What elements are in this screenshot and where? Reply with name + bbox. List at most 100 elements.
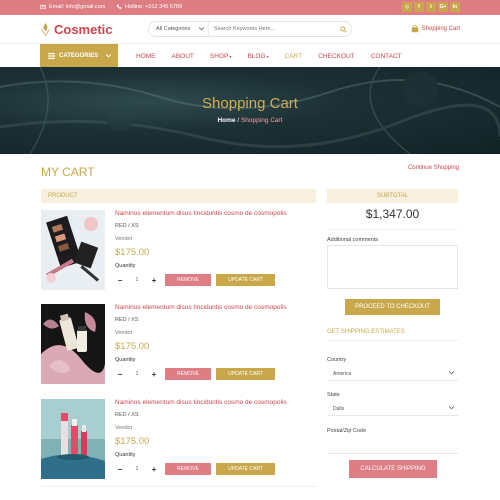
- nav-cart[interactable]: CART: [285, 53, 303, 60]
- shopping-cart-link[interactable]: Shopping Cart: [411, 25, 460, 33]
- product-vendor: Vendor: [115, 330, 133, 336]
- decrease-quantity-button[interactable]: −: [115, 276, 125, 285]
- nav-blog-label: BLOG: [247, 52, 266, 60]
- chevron-down-icon: [106, 54, 112, 58]
- search-button[interactable]: [335, 22, 351, 36]
- breadcrumb: Home / Shopping Cart: [0, 117, 500, 124]
- country-select[interactable]: America: [327, 367, 458, 381]
- search-category-value: All Categories: [156, 26, 191, 32]
- search-bar: All Categories: [148, 21, 352, 37]
- zip-input[interactable]: [327, 440, 458, 454]
- zip-label: Postal/Zip Code: [327, 428, 367, 434]
- nav-shop[interactable]: SHOP ▾: [210, 53, 232, 60]
- product-name-link[interactable]: Naminos elementum disus tinciduntis cosm…: [115, 210, 287, 217]
- cart-item: Naminos elementum disus tinciduntis cosm…: [41, 399, 316, 479]
- nav-checkout[interactable]: CHECKOUT: [318, 53, 354, 60]
- logo-text: Cosmetic: [54, 22, 113, 37]
- update-cart-button[interactable]: UPDATE CART: [216, 368, 275, 380]
- comments-label: Additional comments: [327, 237, 379, 243]
- cart-item: Naminos elementum disus tinciduntis cosm…: [41, 210, 316, 290]
- product-price: $175.00: [115, 341, 150, 352]
- menu-icon: [48, 53, 55, 59]
- product-variant: RED / XS: [115, 412, 139, 418]
- update-cart-button[interactable]: UPDATE CART: [216, 463, 275, 475]
- divider: [327, 340, 458, 341]
- google-plus-icon[interactable]: G+: [438, 2, 448, 12]
- nav-blog[interactable]: BLOG ▾: [247, 53, 268, 60]
- search-category-select[interactable]: All Categories: [149, 22, 209, 36]
- top-bar: Email: info@gmail.com Hotline: +012 345 …: [0, 0, 500, 15]
- product-image-skincare: [41, 304, 105, 384]
- email-text: Email: info@gmail.com: [49, 4, 106, 10]
- remove-button[interactable]: REMOVE: [165, 368, 211, 380]
- state-select[interactable]: Dalls: [327, 402, 458, 416]
- phone-icon: [116, 4, 122, 9]
- product-name-link[interactable]: Naminos elementum disus tinciduntis cosm…: [115, 304, 287, 311]
- menu: HOME ABOUT SHOP ▾ BLOG ▾ CART CHECKOUT C…: [136, 44, 418, 68]
- increase-quantity-button[interactable]: +: [149, 465, 159, 474]
- product-price: $175.00: [115, 247, 150, 258]
- hotline-text: Hotline: +012 345 6789: [125, 4, 183, 10]
- page-title: Shopping Cart: [202, 95, 298, 112]
- quantity-stepper: − 1 +: [115, 368, 159, 380]
- state-label: State: [327, 392, 340, 398]
- comments-textarea[interactable]: [327, 245, 458, 289]
- quantity-value[interactable]: 1: [136, 466, 139, 472]
- remove-button[interactable]: REMOVE: [165, 274, 211, 286]
- cart-item: Naminos elementum disus tinciduntis cosm…: [41, 304, 316, 384]
- twitter-icon[interactable]: t: [426, 2, 436, 12]
- facebook-icon[interactable]: f: [414, 2, 424, 12]
- increase-quantity-button[interactable]: +: [149, 276, 159, 285]
- country-value: America: [333, 370, 352, 377]
- product-vendor: Vendor: [115, 425, 133, 431]
- quantity-value[interactable]: 1: [136, 277, 139, 283]
- product-variant: RED / XS: [115, 223, 139, 229]
- quantity-label: Quantity: [115, 452, 136, 458]
- breadcrumb-home[interactable]: Home: [217, 117, 235, 124]
- product-image[interactable]: [41, 210, 105, 290]
- product-image[interactable]: [41, 399, 105, 479]
- quantity-label: Quantity: [115, 263, 136, 269]
- shipping-estimates-title: GET SHIPPING ESTIMATES: [327, 329, 405, 335]
- update-cart-button[interactable]: UPDATE CART: [216, 274, 275, 286]
- email-info[interactable]: Email: info@gmail.com: [40, 4, 105, 10]
- chevron-down-icon: [199, 27, 204, 31]
- increase-quantity-button[interactable]: +: [149, 370, 159, 379]
- calculate-shipping-button[interactable]: CALCULATE SHIPPING: [349, 460, 437, 478]
- subtotal-column-header: SUBTOTAL: [327, 189, 458, 203]
- nav-about[interactable]: ABOUT: [172, 53, 194, 60]
- chevron-down-icon: [449, 371, 454, 375]
- divider: [327, 229, 458, 230]
- quantity-value[interactable]: 1: [136, 371, 139, 377]
- decrease-quantity-button[interactable]: −: [115, 370, 125, 379]
- caret-down-icon: ▾: [228, 53, 232, 59]
- chevron-down-icon: [449, 406, 454, 410]
- nav-shop-label: SHOP: [209, 52, 229, 60]
- mail-icon: [40, 4, 46, 10]
- categories-button[interactable]: CATEGORIES: [40, 44, 118, 68]
- product-name-link[interactable]: Naminos elementum disus tinciduntis cosm…: [115, 399, 287, 406]
- divider: [41, 486, 316, 487]
- decrease-quantity-button[interactable]: −: [115, 465, 125, 474]
- remove-button[interactable]: REMOVE: [165, 463, 211, 475]
- proceed-to-checkout-button[interactable]: PROCEED TO CHECKOUT: [345, 299, 440, 315]
- hotline-info[interactable]: Hotline: +012 345 6789: [116, 4, 182, 10]
- product-vendor: Vendor: [115, 236, 133, 242]
- product-price: $175.00: [115, 436, 150, 447]
- product-column-header: PRODUCT: [41, 189, 316, 203]
- search-input[interactable]: [209, 26, 335, 32]
- nav-home[interactable]: HOME: [136, 53, 156, 60]
- nav-contact[interactable]: CONTACT: [371, 53, 402, 60]
- logo[interactable]: Cosmetic: [40, 22, 113, 37]
- logo-emblem-icon: [41, 23, 50, 36]
- social-links: ◎ f t G+ in: [402, 2, 460, 12]
- product-image[interactable]: [41, 304, 105, 384]
- country-label: Country: [327, 357, 347, 363]
- instagram-icon[interactable]: ◎: [402, 2, 412, 12]
- breadcrumb-current: Shopping Cart: [240, 117, 283, 124]
- state-value: Dalls: [333, 405, 345, 412]
- continue-shopping-link[interactable]: Continue Shopping: [408, 165, 459, 171]
- header: Cosmetic All Categories Shopping Cart: [0, 15, 500, 43]
- subtotal-amount: $1,347.00: [365, 207, 420, 221]
- linkedin-icon[interactable]: in: [450, 2, 460, 12]
